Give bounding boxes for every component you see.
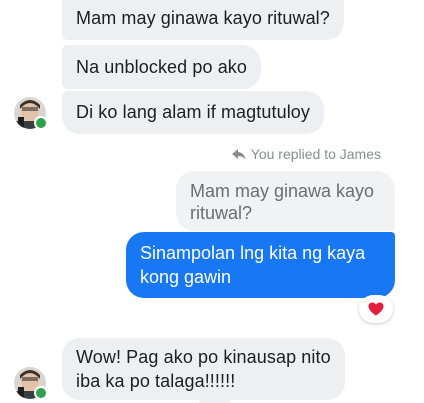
contact-avatar[interactable] [14,97,48,130]
messenger-chat: Mam may ginawa kayo rituwal? Na unblocke… [0,0,424,403]
message-text-line-2: iba ka po talaga!!!!!! [76,371,236,391]
heart-icon [368,302,384,316]
partial-message-bubble [198,397,232,403]
reaction-badge[interactable] [359,295,393,323]
received-message-4[interactable]: Wow! Pag ako po kinausap nito iba ka po … [62,338,345,400]
quoted-text-line-1: Mam may ginawa kayo [190,181,375,201]
sent-text-line-2: kong gawin [140,267,232,287]
quoted-text-line-2: rituwal? [190,203,253,223]
online-status-dot [34,386,48,400]
quoted-message[interactable]: Mam may ginawa kayo rituwal? [176,171,395,231]
reply-indicator-label: You replied to James [250,146,381,162]
sent-message[interactable]: Sinampolan lng kita ng kaya kong gawin [126,232,395,298]
received-message-3[interactable]: Di ko lang alam if magtutuloy [62,91,325,134]
message-text: Mam may ginawa kayo rituwal? [76,8,330,28]
reply-indicator: You replied to James [231,146,381,162]
message-text: Di ko lang alam if magtutuloy [76,102,311,122]
sent-text-line-1: Sinampolan lng kita ng kaya [140,243,366,263]
online-status-dot [34,116,48,130]
message-text-line-1: Wow! Pag ako po kinausap nito [76,347,331,367]
reply-arrow-icon [231,148,246,159]
contact-avatar[interactable] [14,367,48,400]
received-message-2[interactable]: Na unblocked po ako [62,45,262,89]
message-text: Na unblocked po ako [76,57,248,77]
received-message-1[interactable]: Mam may ginawa kayo rituwal? [62,0,344,40]
